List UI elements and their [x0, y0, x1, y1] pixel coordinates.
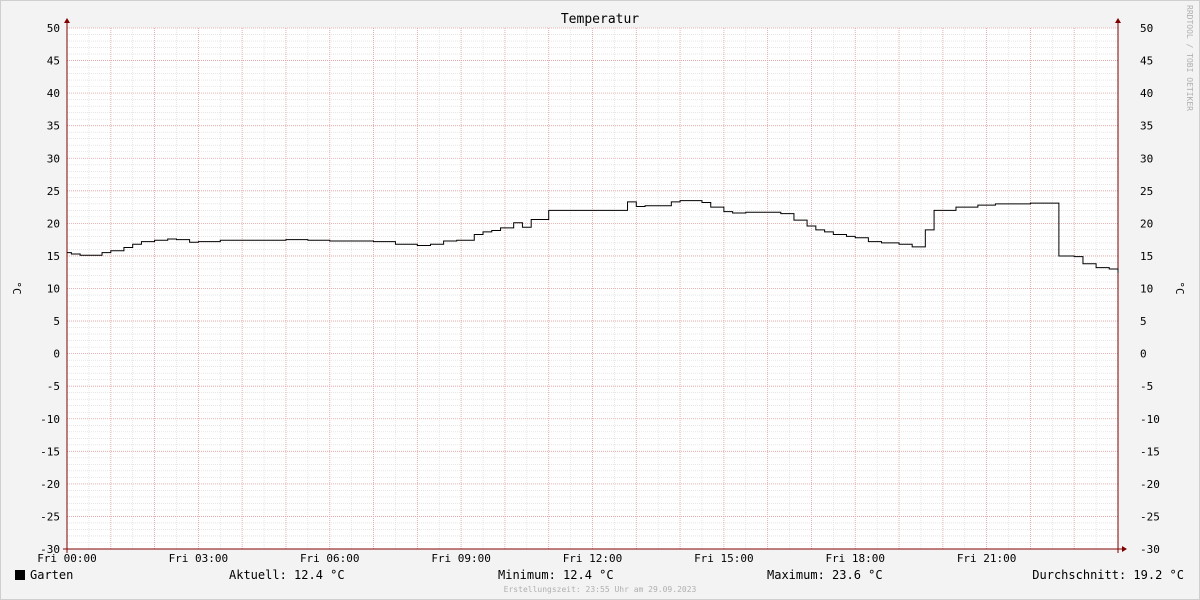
- y-tick-label-left: -25: [40, 510, 60, 523]
- y-axis-left-ticks: 50454035302520151050-5-10-15-20-25-30: [40, 22, 60, 556]
- chart-title: Temperatur: [561, 12, 639, 27]
- y-tick-label-left: 15: [47, 250, 60, 263]
- x-tick-label: Fri 03:00: [169, 552, 229, 565]
- creation-timestamp: Erstellungszeit: 23:55 Uhr am 29.09.2023: [503, 585, 697, 594]
- x-tick-label: Fri 21:00: [957, 552, 1017, 565]
- y-tick-label-left: 5: [53, 315, 60, 328]
- y-tick-label-right: 5: [1140, 315, 1147, 328]
- y-tick-label-right: 10: [1140, 283, 1153, 296]
- y-tick-label-right: 30: [1140, 152, 1153, 165]
- y-tick-label-right: 20: [1140, 217, 1153, 230]
- y-tick-label-left: -10: [40, 413, 60, 426]
- y-tick-label-left: 20: [47, 217, 60, 230]
- y-tick-label-right: 45: [1140, 55, 1153, 68]
- x-tick-label: Fri 06:00: [300, 552, 360, 565]
- y-tick-label-right: 35: [1140, 120, 1153, 133]
- y-tick-label-left: 30: [47, 152, 60, 165]
- y-tick-label-left: 45: [47, 55, 60, 68]
- y-axis-label-right: °C: [1173, 281, 1186, 294]
- y-axis-right-arrow: [1115, 18, 1121, 23]
- y-tick-label-left: -5: [47, 380, 60, 393]
- x-axis-ticks: Fri 00:00 Fri 03:00 Fri 06:00 Fri 09:00 Fri …: [37, 552, 1016, 565]
- y-tick-label-left: 10: [47, 283, 60, 296]
- legend-average: Durchschnitt: 19.2 °C: [1032, 568, 1184, 582]
- temperature-chart: 50454035302520151050-5-10-15-20-25-30 50…: [10, 5, 1194, 565]
- legend-current: Aktuell: 12.4 °C: [229, 568, 345, 582]
- y-tick-label-right: 40: [1140, 87, 1153, 100]
- y-tick-label-right: 25: [1140, 185, 1153, 198]
- x-tick-label: Fri 09:00: [431, 552, 491, 565]
- y-tick-label-left: 25: [47, 185, 60, 198]
- y-tick-label-right: -10: [1140, 413, 1160, 426]
- y-tick-label-right: -30: [1140, 543, 1160, 556]
- y-tick-label-left: 50: [47, 22, 60, 35]
- x-tick-label: Fri 15:00: [694, 552, 754, 565]
- rrdtool-watermark: RRDTOOL / TOBI OETIKER: [1185, 5, 1194, 111]
- y-tick-label-right: -5: [1140, 380, 1153, 393]
- y-axis-left-arrow: [64, 18, 70, 23]
- y-tick-label-left: -15: [40, 445, 60, 458]
- y-tick-label-right: -25: [1140, 510, 1160, 523]
- x-tick-label: Fri 00:00: [37, 552, 97, 565]
- y-tick-label-left: 0: [53, 348, 60, 361]
- legend-minimum: Minimum: 12.4 °C: [498, 568, 614, 582]
- legend-maximum: Maximum: 23.6 °C: [767, 568, 883, 582]
- y-axis-right-ticks: 50454035302520151050-5-10-15-20-25-30: [1140, 22, 1160, 556]
- y-tick-label-left: 40: [47, 87, 60, 100]
- y-tick-label-left: -20: [40, 478, 60, 491]
- legend-series-name: Garten: [30, 568, 74, 582]
- y-axis-label-left: °C: [10, 281, 23, 294]
- y-tick-label-right: -20: [1140, 478, 1160, 491]
- y-tick-label-right: -15: [1140, 445, 1160, 458]
- legend-swatch-garten: [15, 570, 25, 580]
- y-tick-label-right: 50: [1140, 22, 1153, 35]
- y-tick-label-right: 15: [1140, 250, 1153, 263]
- x-axis-arrow: [1122, 546, 1127, 552]
- x-tick-label: Fri 12:00: [563, 552, 623, 565]
- x-tick-label: Fri 18:00: [825, 552, 885, 565]
- y-tick-label-right: 0: [1140, 348, 1147, 361]
- y-tick-label-left: 35: [47, 120, 60, 133]
